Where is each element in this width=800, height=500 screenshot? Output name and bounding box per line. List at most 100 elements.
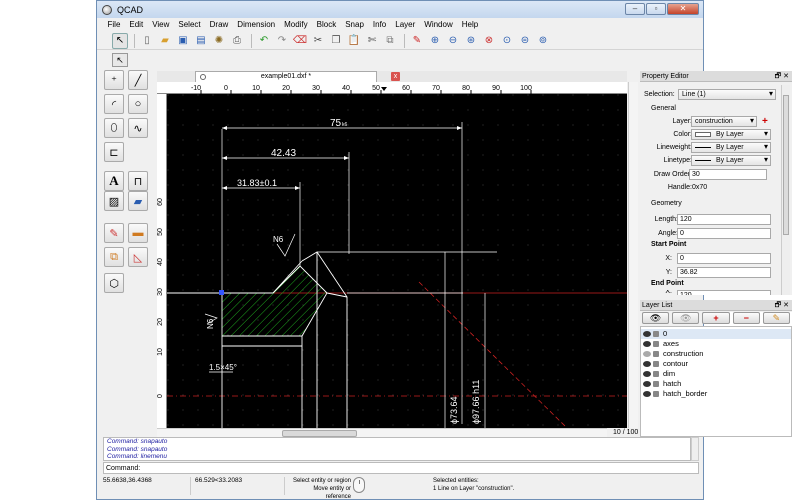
select-pointer-icon[interactable]: ↖ — [112, 53, 128, 67]
eye-icon[interactable] — [643, 341, 651, 347]
pencil-icon[interactable]: ✎ — [409, 33, 425, 49]
lock-icon[interactable] — [653, 391, 659, 397]
layer-item[interactable]: hatch_border — [641, 389, 791, 399]
3d-box-tool-icon[interactable]: ⬡ — [104, 273, 124, 293]
measure-tool-icon[interactable]: ◺ — [128, 247, 148, 267]
draw-order-field[interactable]: 30 — [689, 169, 767, 180]
end-x-field[interactable]: 120 — [677, 290, 771, 295]
modify-tool-icon[interactable]: ✎ — [104, 223, 124, 243]
cut-icon[interactable]: ✂ — [310, 33, 326, 49]
panel-float-close-icon[interactable]: 🗗 ✕ — [775, 300, 789, 311]
color-dropdown[interactable]: By Layer — [691, 129, 771, 140]
spline-tool-icon[interactable]: ∿ — [128, 118, 148, 138]
remove-layer-icon[interactable]: − — [732, 312, 760, 324]
dimension-tool-icon[interactable]: ⊓ — [128, 171, 148, 191]
line-tool-icon[interactable]: ╱ — [128, 70, 148, 90]
eye-icon[interactable] — [643, 351, 651, 357]
linetype-dropdown[interactable]: By Layer — [691, 155, 771, 166]
layer-item[interactable]: dim — [641, 369, 791, 379]
selection-grip-icon[interactable] — [219, 290, 224, 295]
menu-modify[interactable]: Modify — [280, 20, 313, 29]
block-tool-icon[interactable]: ⧉ — [104, 247, 124, 267]
minimize-button[interactable]: ‒ — [625, 3, 645, 15]
image-tool-icon[interactable]: ▰ — [128, 191, 148, 211]
command-line[interactable]: Command: — [103, 462, 699, 474]
command-history-scrollbar[interactable] — [691, 437, 699, 461]
paste-special-icon[interactable]: ⧉ — [382, 33, 398, 49]
start-x-field[interactable]: 0 — [677, 253, 771, 264]
pointer-icon[interactable]: ↖ — [112, 32, 128, 49]
lock-icon[interactable] — [653, 341, 659, 347]
point-tool-icon[interactable]: ⁺ — [104, 70, 124, 90]
show-all-layers-icon[interactable]: 👁 — [642, 312, 670, 324]
menu-snap[interactable]: Snap — [341, 20, 369, 29]
menu-draw[interactable]: Draw — [205, 20, 233, 29]
menu-info[interactable]: Info — [368, 20, 390, 29]
close-button[interactable]: ✕ — [667, 3, 699, 15]
zoom-previous-icon[interactable]: ⊗ — [481, 33, 497, 49]
scroll-thumb[interactable] — [282, 430, 357, 437]
eye-icon[interactable] — [643, 371, 651, 377]
start-y-field[interactable]: 36.82 — [677, 267, 771, 278]
copy-icon[interactable]: ❐ — [328, 33, 344, 49]
undo-icon[interactable]: ↶ — [256, 33, 272, 49]
zoom-in-icon[interactable]: ⊕ — [427, 33, 443, 49]
hide-all-layers-icon[interactable]: 👁 — [672, 312, 700, 324]
layer-item[interactable]: axes — [641, 339, 791, 349]
menu-file[interactable]: File — [103, 20, 125, 29]
maximize-button[interactable]: ▫ — [646, 3, 666, 15]
polyline-tool-icon[interactable]: ⊏ — [104, 142, 124, 162]
menu-layer[interactable]: Layer — [391, 20, 420, 29]
eye-icon[interactable] — [643, 361, 651, 367]
tab-close-button[interactable]: x — [391, 72, 400, 81]
menu-window[interactable]: Window — [420, 20, 457, 29]
lineweight-dropdown[interactable]: By Layer — [691, 142, 771, 153]
zoom-window-icon[interactable]: ⊙ — [499, 33, 515, 49]
property-editor-scrollbar[interactable] — [781, 85, 790, 295]
document-tab[interactable]: example01.dxf * — [195, 71, 377, 82]
ellipse-tool-icon[interactable]: ⬯ — [104, 118, 124, 138]
paste-icon[interactable]: 📋 — [346, 33, 362, 49]
lock-icon[interactable] — [653, 361, 659, 367]
menu-dimension[interactable]: Dimension — [233, 20, 280, 29]
lock-icon[interactable] — [653, 331, 659, 337]
menu-block[interactable]: Block — [312, 20, 341, 29]
zoom-pan-icon[interactable]: ⊜ — [517, 33, 533, 49]
layer-item[interactable]: 0 — [641, 329, 791, 339]
canvas-vertical-scrollbar[interactable] — [628, 82, 638, 428]
eraser-icon[interactable]: ⌫ — [292, 33, 308, 49]
layer-item[interactable]: hatch — [641, 379, 791, 389]
eye-icon[interactable] — [643, 391, 651, 397]
layer-item[interactable]: construction — [641, 349, 791, 359]
zoom-auto-icon[interactable]: ⊛ — [463, 33, 479, 49]
open-folder-icon[interactable]: ▰ — [157, 33, 173, 49]
menu-edit[interactable]: Edit — [125, 20, 148, 29]
save-as-icon[interactable]: ▤ — [193, 33, 209, 49]
eye-icon[interactable] — [643, 331, 651, 337]
zoom-out-icon[interactable]: ⊖ — [445, 33, 461, 49]
menu-help[interactable]: Help — [457, 20, 482, 29]
selection-dropdown[interactable]: Line (1) — [678, 89, 776, 100]
layer-item[interactable]: contour — [641, 359, 791, 369]
add-layer-button-icon[interactable]: + — [702, 312, 730, 324]
scroll-thumb[interactable] — [783, 95, 789, 235]
snap-tool-icon[interactable]: ▬ — [128, 223, 148, 243]
arc-tool-icon[interactable]: ◜ — [104, 94, 124, 114]
lock-icon[interactable] — [653, 371, 659, 377]
circle-tool-icon[interactable]: ○ — [128, 94, 148, 114]
scissors-icon[interactable]: ✄ — [364, 33, 380, 49]
hatch-tool-icon[interactable]: ▨ — [104, 191, 124, 211]
length-field[interactable]: 120 — [677, 214, 771, 225]
add-layer-icon[interactable]: + — [762, 116, 768, 127]
print-icon[interactable]: ⎙ — [229, 33, 245, 49]
angle-field[interactable]: 0 — [677, 228, 771, 239]
zoom-selection-icon[interactable]: ⊚ — [535, 33, 551, 49]
lock-icon[interactable] — [653, 351, 659, 357]
cad-canvas[interactable]: 75 k6 42.43 31.83±0.1 N6 N6 1.5×45° ϕ73.… — [167, 94, 627, 428]
redo-icon[interactable]: ↷ — [274, 33, 290, 49]
layer-dropdown[interactable]: construction — [691, 116, 757, 127]
cursor-settings-icon[interactable]: ✺ — [211, 33, 227, 49]
menu-view[interactable]: View — [148, 20, 174, 29]
text-tool-icon[interactable]: A — [104, 171, 124, 191]
lock-icon[interactable] — [653, 381, 659, 387]
